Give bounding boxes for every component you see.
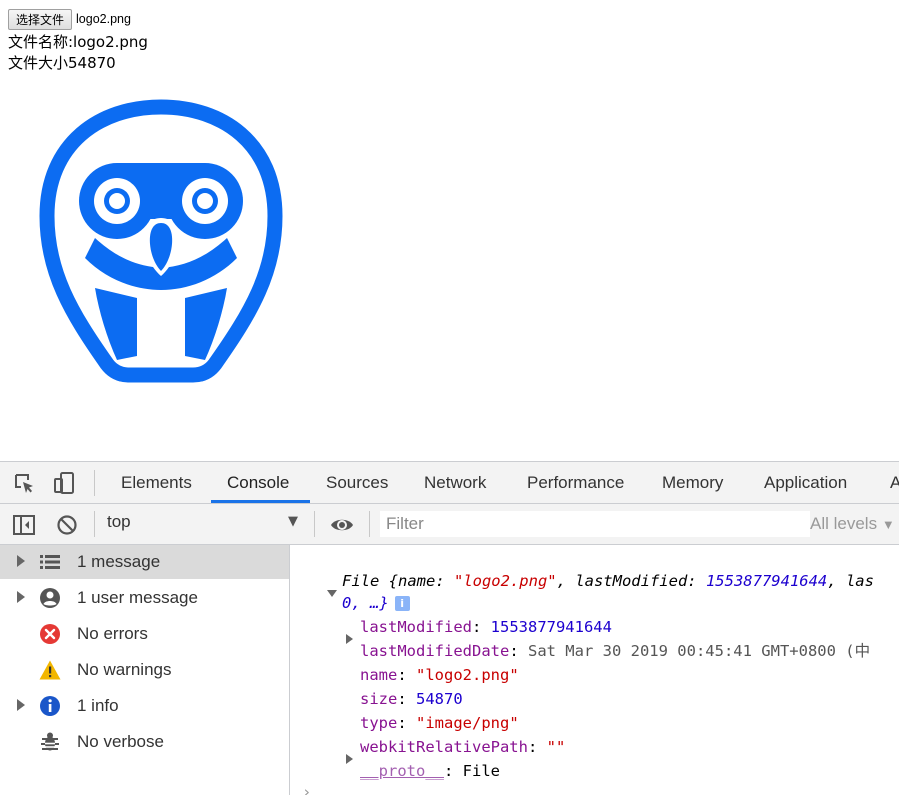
sidebar-item-label: 1 message — [77, 552, 161, 571]
devtools-tabbar: Elements Console Sources Network Perform… — [0, 462, 899, 504]
tab-performance[interactable]: Performance — [527, 462, 624, 503]
tab-application[interactable]: Application — [764, 462, 847, 503]
devtools-panel: Elements Console Sources Network Perform… — [0, 461, 899, 795]
sidebar-item-info[interactable]: 1 info — [0, 689, 289, 723]
user-icon — [40, 588, 60, 608]
tab-memory[interactable]: Memory — [662, 462, 723, 503]
info-badge-icon[interactable]: i — [394, 596, 410, 611]
error-icon — [40, 624, 60, 644]
sidebar-item-verbose[interactable]: No verbose — [0, 725, 289, 759]
file-size-line: 文件大小54870 — [8, 54, 116, 72]
sidebar-item-warnings[interactable]: No warnings — [0, 653, 289, 687]
context-selector[interactable]: top — [107, 512, 131, 532]
sidebar-item-label: No warnings — [77, 660, 172, 679]
inspect-element-icon[interactable] — [12, 471, 36, 495]
file-name-line: 文件名称:logo2.png — [8, 33, 148, 51]
tab-elements[interactable]: Elements — [121, 462, 192, 503]
expand-caret-icon[interactable] — [17, 699, 25, 711]
sidebar-item-errors[interactable]: No errors — [0, 617, 289, 651]
file-input[interactable]: 选择文件 logo2.png — [8, 8, 131, 30]
expand-caret-icon[interactable] — [346, 634, 353, 644]
expand-caret-icon[interactable] — [17, 555, 25, 567]
info-icon — [40, 696, 60, 716]
console-output: File {name: "logo2.png", lastModified: 1… — [290, 545, 899, 795]
filter-input[interactable] — [380, 511, 810, 537]
sidebar-item-label: 1 user message — [77, 588, 198, 607]
clear-console-icon[interactable] — [55, 513, 79, 537]
prop-size: size: 54870 — [360, 690, 463, 708]
console-sidebar: 1 message 1 user message No errors No wa… — [0, 545, 290, 795]
sidebar-item-label: No verbose — [77, 732, 164, 751]
collapse-caret-icon[interactable] — [327, 590, 337, 597]
owl-logo-image — [39, 99, 283, 383]
tab-network[interactable]: Network — [424, 462, 486, 503]
tab-console[interactable]: Console — [227, 462, 289, 503]
tab-audits-truncated[interactable]: A — [890, 462, 899, 503]
prop-last-modified: lastModified: 1553877941644 — [360, 618, 612, 636]
list-icon — [40, 555, 60, 569]
log-entry-summary-cont: 0, …} i — [342, 592, 410, 614]
prop-name: name: "logo2.png" — [360, 666, 519, 684]
chosen-file-name: logo2.png — [76, 12, 131, 26]
log-entry-summary[interactable]: File {name: "logo2.png", lastModified: 1… — [342, 570, 874, 592]
chevron-down-icon[interactable]: ▼ — [288, 514, 298, 529]
device-toolbar-icon[interactable] — [52, 471, 76, 495]
expand-caret-icon[interactable] — [346, 754, 353, 764]
choose-file-button[interactable]: 选择文件 — [8, 8, 73, 30]
log-levels-label: All levels — [810, 514, 878, 533]
sidebar-item-label: No errors — [77, 624, 148, 643]
console-toolbar: top ▼ All levels ▼ — [0, 504, 899, 545]
sidebar-toggle-icon[interactable] — [12, 513, 36, 537]
tab-sources[interactable]: Sources — [326, 462, 388, 503]
log-levels-dropdown[interactable]: All levels ▼ — [810, 514, 895, 534]
sidebar-item-user-messages[interactable]: 1 user message — [0, 581, 289, 615]
warning-icon — [39, 660, 61, 680]
sidebar-item-label: 1 info — [77, 696, 119, 715]
chevron-down-icon: ▼ — [881, 517, 895, 532]
prop-proto[interactable]: __proto__: File — [360, 760, 500, 782]
prop-type: type: "image/png" — [360, 714, 519, 732]
bug-icon — [41, 732, 59, 751]
prop-webkit-relative-path: webkitRelativePath: "" — [360, 738, 566, 756]
sidebar-item-messages[interactable]: 1 message — [0, 545, 289, 579]
prop-last-modified-date[interactable]: lastModifiedDate: Sat Mar 30 2019 00:45:… — [360, 640, 870, 662]
live-expression-eye-icon[interactable] — [330, 513, 354, 537]
expand-caret-icon[interactable] — [17, 591, 25, 603]
console-prompt[interactable]: › — [302, 781, 311, 795]
active-tab-indicator — [211, 500, 310, 503]
